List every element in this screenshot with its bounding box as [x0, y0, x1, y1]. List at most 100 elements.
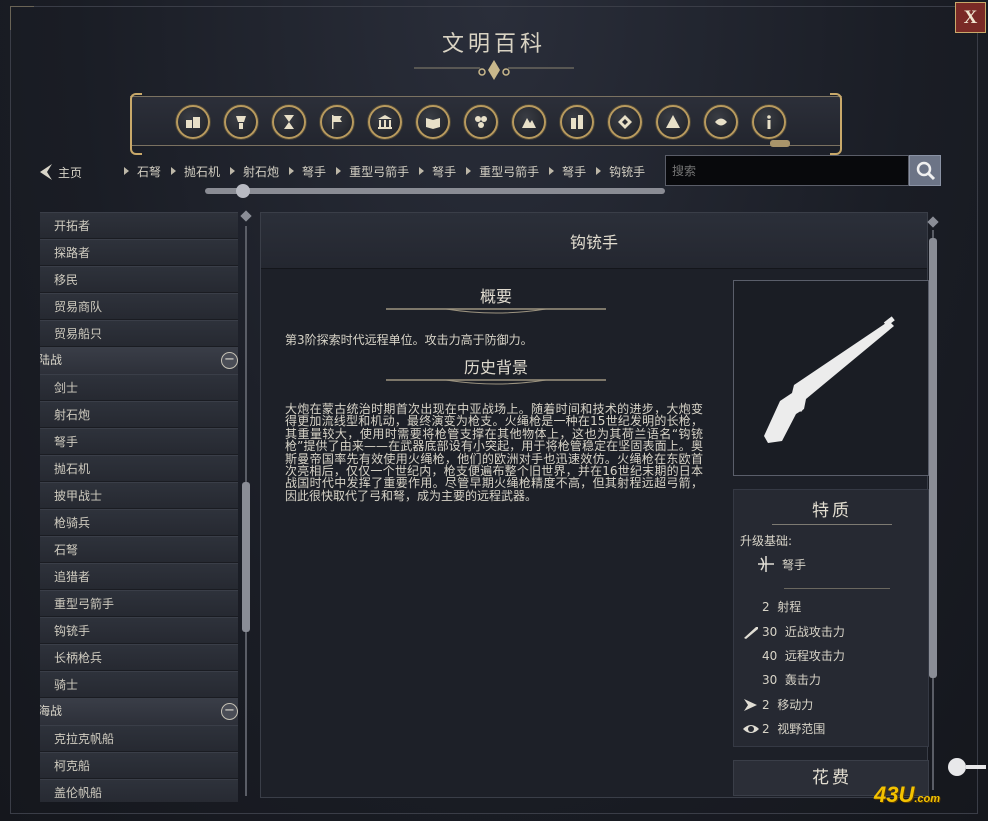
scroll-handle[interactable]: [929, 238, 937, 678]
unit-title: 钩铳手: [261, 213, 927, 269]
sidebar-item[interactable]: 柯克船: [40, 752, 238, 779]
breadcrumb-separator-icon: [419, 167, 425, 175]
arrow-icon: [744, 698, 757, 711]
stat-label: 射程: [777, 600, 802, 614]
scroll-cap-icon: [240, 210, 252, 222]
terrain-category-icon[interactable]: [512, 105, 546, 139]
sidebar-item[interactable]: 探路者: [40, 239, 238, 266]
sidebar-item[interactable]: 重型弓箭手: [40, 590, 238, 617]
breadcrumb: 石弩 抛石机 射石炮 弩手 重型弓箭手 弩手 重型弓箭手 弩手 钩铳手: [120, 160, 651, 182]
breadcrumb-scroll-handle[interactable]: [236, 184, 250, 198]
title-ornament: [414, 60, 574, 80]
buildings-category-icon[interactable]: [176, 105, 210, 139]
sidebar-item[interactable]: 盖伦帆船: [40, 779, 238, 802]
scroll-handle[interactable]: [242, 482, 250, 632]
upgrade-label: 升级基础:: [740, 534, 793, 548]
sidebar-item[interactable]: 追猎者: [40, 563, 238, 590]
heading-ornament: [386, 308, 606, 314]
stat-label: 近战攻击力: [784, 625, 845, 639]
sidebar-item[interactable]: 贸易商队: [40, 293, 238, 320]
sidebar-item[interactable]: 开拓者: [40, 212, 238, 239]
stat-range: 2 射程: [742, 598, 801, 615]
government-category-icon[interactable]: [368, 105, 402, 139]
breadcrumb-item[interactable]: 石弩: [137, 163, 161, 180]
panel-handle-icon[interactable]: [946, 756, 986, 778]
stat-value: 2: [762, 697, 770, 712]
home-label: 主页: [58, 165, 83, 180]
stat-value: 30: [762, 624, 778, 639]
civilization-category-icon[interactable]: [704, 105, 738, 139]
breadcrumb-item[interactable]: 重型弓箭手: [479, 163, 539, 180]
resources-category-icon[interactable]: [224, 105, 258, 139]
traits-heading: 特质: [812, 501, 852, 521]
stat-value: 40: [762, 648, 778, 663]
sidebar-item[interactable]: 抛石机: [40, 455, 238, 482]
breadcrumb-scrollbar[interactable]: [205, 188, 665, 194]
breadcrumb-separator-icon: [230, 167, 236, 175]
category-indicator: [770, 140, 790, 147]
stat-label: 远程攻击力: [784, 649, 845, 663]
sidebar-item[interactable]: 弩手: [40, 428, 238, 455]
sidebar-item[interactable]: 移民: [40, 266, 238, 293]
search-button[interactable]: [909, 155, 941, 186]
back-arrow-icon: [40, 164, 52, 180]
wonder-category-icon[interactable]: [656, 105, 690, 139]
sidebar-item[interactable]: 长柄枪兵: [40, 644, 238, 671]
breadcrumb-item[interactable]: 弩手: [302, 163, 326, 180]
flag-category-icon[interactable]: [320, 105, 354, 139]
technology-category-icon[interactable]: [464, 105, 498, 139]
sidebar-item[interactable]: 石弩: [40, 536, 238, 563]
sidebar-item[interactable]: 枪骑兵: [40, 509, 238, 536]
totem-category-icon[interactable]: [608, 105, 642, 139]
stat-label: 视野范围: [777, 722, 826, 736]
musket-icon: [764, 316, 895, 443]
group-label: 陆战: [40, 353, 63, 367]
breadcrumb-separator-icon: [171, 167, 177, 175]
crossbow-icon: [758, 556, 774, 572]
collapse-icon[interactable]: −: [221, 352, 238, 369]
collapse-icon[interactable]: −: [221, 703, 238, 720]
eye-icon: [743, 724, 759, 733]
breadcrumb-item[interactable]: 抛石机: [184, 163, 220, 180]
stat-movement: 2 移动力: [742, 696, 813, 713]
info-category-icon[interactable]: [752, 105, 786, 139]
sidebar-item[interactable]: 披甲战士: [40, 482, 238, 509]
sidebar-list: 开拓者 探路者 移民 贸易商队 贸易船只 陆战 − 剑士 射石炮 弩手 抛石机 …: [40, 212, 238, 802]
sidebar-item-selected[interactable]: 钩铳手: [40, 617, 238, 644]
stat-label: 移动力: [777, 698, 814, 712]
stat-ranged: 40 远程攻击力: [742, 647, 845, 664]
sidebar-item[interactable]: 骑士: [40, 671, 238, 698]
hourglass-category-icon[interactable]: [272, 105, 306, 139]
group-label: 海战: [40, 704, 63, 718]
city-category-icon[interactable]: [560, 105, 594, 139]
breadcrumb-item[interactable]: 弩手: [432, 163, 456, 180]
sidebar-scrollbar[interactable]: [240, 210, 252, 802]
sidebar-item[interactable]: 剑士: [40, 374, 238, 401]
stat-value: 30: [762, 672, 778, 687]
history-heading: 历史背景: [463, 358, 528, 377]
sidebar-item[interactable]: 克拉克帆船: [40, 725, 238, 752]
breadcrumb-separator-icon: [124, 167, 129, 175]
breadcrumb-item[interactable]: 射石炮: [243, 163, 279, 180]
category-bar: [130, 93, 842, 155]
sidebar-group-land[interactable]: 陆战 −: [40, 347, 238, 374]
sidebar-item[interactable]: 射石炮: [40, 401, 238, 428]
traits-panel: 特质 升级基础: 弩手 2 射程 30 近战攻击力 40 远程攻击力 30 轰击…: [733, 489, 929, 747]
sidebar-group-sea[interactable]: 海战 −: [40, 698, 238, 725]
summary-text: 第3阶探索时代远程单位。攻击力高于防御力。: [285, 333, 533, 347]
divider: [784, 588, 890, 589]
breadcrumb-item-current[interactable]: 钩铳手: [609, 163, 645, 180]
history-text: 大炮在蒙古统治时期首次出现在中亚战场上。随着时间和技术的进步，大炮变得更加流线型…: [285, 402, 703, 503]
search-input[interactable]: [665, 155, 909, 186]
home-link[interactable]: 主页: [38, 160, 82, 184]
sidebar-item[interactable]: 贸易船只: [40, 320, 238, 347]
upgrade-from-link[interactable]: 弩手: [756, 554, 806, 574]
breadcrumb-item[interactable]: 重型弓箭手: [349, 163, 409, 180]
breadcrumb-item[interactable]: 弩手: [562, 163, 586, 180]
book-category-icon[interactable]: [416, 105, 450, 139]
range-icon: [742, 600, 760, 614]
search-icon: [916, 161, 936, 181]
bombard-icon: [742, 673, 760, 687]
content-scrollbar[interactable]: [927, 216, 939, 798]
upgrade-unit-name: 弩手: [782, 557, 807, 572]
